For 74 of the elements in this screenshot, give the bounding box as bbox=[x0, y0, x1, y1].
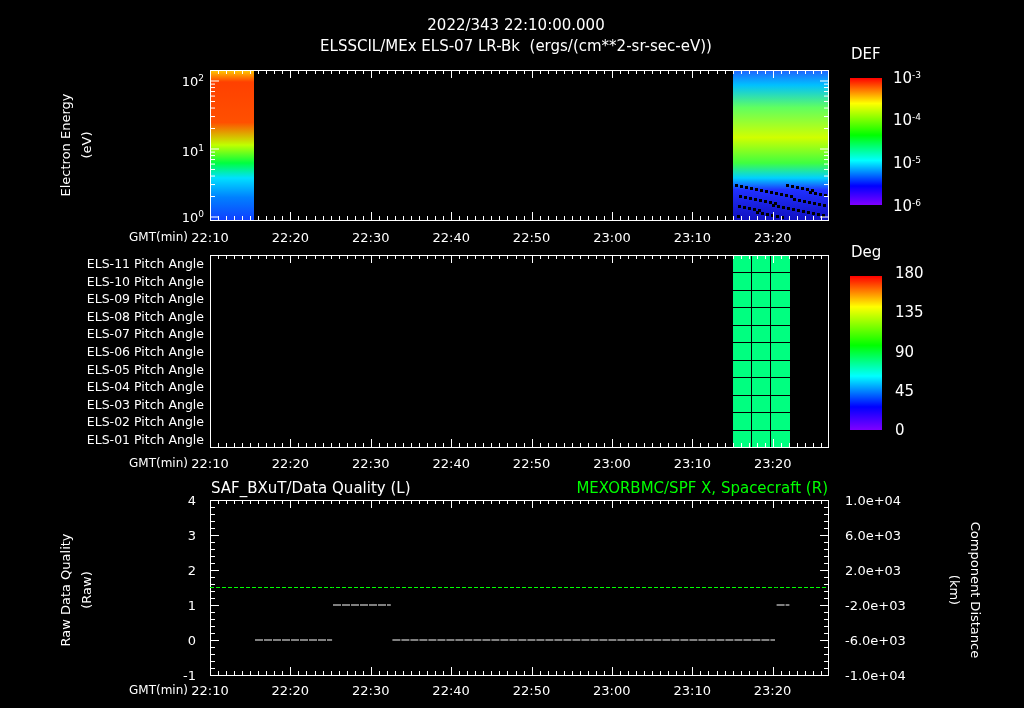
row-label: ELS-03 Pitch Angle bbox=[86, 398, 204, 412]
colorbar-tick-label: 180 bbox=[895, 265, 924, 281]
axis-label: GMT(min) bbox=[129, 683, 188, 697]
tick-label: 10$^{0}$ bbox=[181, 210, 204, 224]
row-label: ELS-04 Pitch Angle bbox=[86, 380, 204, 394]
tick-label: 22:20 bbox=[271, 230, 310, 244]
colorbar-tick-label: 10$^{-5}$ bbox=[893, 155, 922, 171]
row-label: ELS-08 Pitch Angle bbox=[86, 310, 204, 324]
axis-label: Electron Energy bbox=[58, 93, 72, 197]
colorbar-title: Deg bbox=[851, 244, 882, 260]
tick-label: 10$^{2}$ bbox=[181, 74, 204, 88]
tick-label: -6.0e+03 bbox=[845, 632, 906, 648]
tick-label: 22:30 bbox=[352, 230, 390, 244]
colorbar-tick-label: 90 bbox=[895, 344, 915, 360]
tick-label: 23:00 bbox=[593, 230, 631, 244]
row-label: ELS-07 Pitch Angle bbox=[86, 328, 204, 341]
tick-label: 10$^{1}$ bbox=[181, 144, 204, 158]
tick-label: 23:10 bbox=[673, 682, 711, 698]
tick-label: 23:20 bbox=[753, 682, 792, 698]
tick-label: 22:50 bbox=[512, 682, 551, 698]
tick-label: 23:10 bbox=[673, 230, 712, 244]
colorbar-title: DEF bbox=[851, 46, 881, 62]
axis-label: (Raw) bbox=[78, 571, 94, 609]
tick-label: 22:30 bbox=[352, 456, 390, 470]
axis-label: Raw Data Quality bbox=[57, 533, 73, 647]
axis-label: (km) bbox=[946, 574, 962, 606]
tick-label: 22:20 bbox=[271, 682, 310, 698]
row-label: ELS-05 Pitch Angle bbox=[86, 363, 204, 376]
tick-label: -2.0e+03 bbox=[845, 597, 906, 613]
tick-label: 3 bbox=[187, 527, 196, 543]
colorbar-tick-label: 10$^{-4}$ bbox=[893, 112, 922, 128]
tick-label: 22:10 bbox=[191, 682, 229, 698]
tick-label: 22:20 bbox=[271, 456, 310, 470]
row-label: ELS-11 Pitch Angle bbox=[86, 257, 204, 271]
axis-label: GMT(min) bbox=[129, 457, 188, 469]
tick-label: 23:20 bbox=[754, 456, 792, 470]
row-label: ELS-01 Pitch Angle bbox=[86, 433, 204, 447]
colorbar-tick-label: 45 bbox=[895, 383, 915, 399]
tick-label: 0 bbox=[187, 632, 196, 648]
tick-label: 22:40 bbox=[432, 456, 470, 470]
row-label: ELS-09 Pitch Angle bbox=[86, 292, 204, 306]
tick-label: -1.0e+04 bbox=[845, 667, 906, 683]
tick-label: 22:10 bbox=[191, 456, 229, 470]
tick-label: 1 bbox=[187, 597, 196, 613]
series-title: SAF_BXuT/Data Quality (L) bbox=[211, 479, 411, 497]
colorbar-tick-label: 10$^{-3}$ bbox=[893, 70, 922, 86]
row-label: ELS-06 Pitch Angle bbox=[86, 345, 204, 359]
tick-label: 22:30 bbox=[352, 682, 390, 698]
plot-title: ELSSCIL/MEx ELS-07 LR-Bk (ergs/(cm**2-sr-sec-eV)) bbox=[320, 38, 712, 54]
axis-label: GMT(min) bbox=[129, 231, 188, 243]
colorbar-tick-label: 10$^{-6}$ bbox=[893, 198, 922, 214]
tick-label: 22:50 bbox=[512, 456, 551, 470]
tick-label: 1.0e+04 bbox=[845, 492, 902, 508]
tick-label: 23:20 bbox=[754, 230, 792, 244]
tick-label: 22:50 bbox=[512, 230, 551, 244]
tick-label: 23:00 bbox=[593, 456, 631, 470]
colorbar-tick-label: 135 bbox=[895, 304, 924, 320]
row-label: ELS-02 Pitch Angle bbox=[86, 416, 204, 429]
colorbar-tick-label: 0 bbox=[895, 422, 905, 438]
tick-label: 23:10 bbox=[673, 456, 712, 470]
series-title: MEXORBMC/SPF X, Spacecraft (R) bbox=[576, 479, 828, 497]
tick-label: 22:40 bbox=[432, 230, 470, 244]
tick-label: 22:10 bbox=[191, 230, 229, 244]
tick-label: 23:00 bbox=[593, 682, 631, 698]
tick-label: 4 bbox=[187, 492, 196, 508]
tick-label: -1 bbox=[183, 667, 196, 683]
axis-label: (eV) bbox=[79, 131, 93, 159]
axis-label: Component Distance bbox=[967, 521, 983, 659]
plot-timestamp: 2022/343 22:10:00.000 bbox=[427, 17, 605, 33]
tick-label: 22:40 bbox=[432, 682, 470, 698]
row-label: ELS-10 Pitch Angle bbox=[86, 275, 204, 288]
tick-label: 6.0e+03 bbox=[845, 527, 902, 543]
tick-label: 2.0e+03 bbox=[845, 562, 902, 578]
tick-label: 2 bbox=[187, 562, 196, 578]
